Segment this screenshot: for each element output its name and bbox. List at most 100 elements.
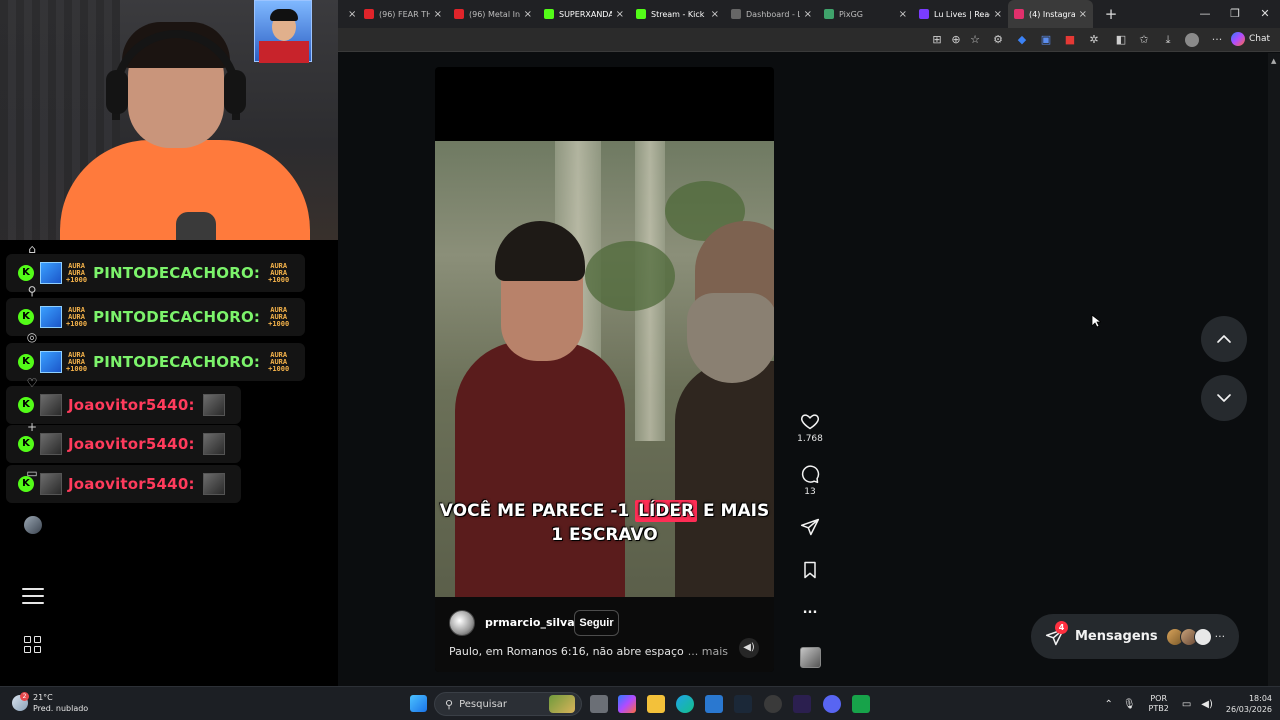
profile-avatar[interactable]: [24, 516, 42, 534]
split-screen-icon[interactable]: ◧: [1114, 33, 1128, 47]
puzzle-extension-icon[interactable]: ✲: [1087, 33, 1101, 47]
browser-tab[interactable]: Dashboard - Liv ×: [725, 0, 818, 28]
browser-tab[interactable]: (96) Metal Instru ×: [448, 0, 538, 28]
chat-message: K AURA AURA +1000 PINTODECACHORO: AURA AURA…: [6, 298, 306, 336]
tab-close-icon[interactable]: ×: [524, 9, 532, 20]
favorite-star-icon[interactable]: ☆: [968, 33, 982, 47]
tab-close-icon[interactable]: ×: [994, 9, 1002, 20]
tab-close-icon[interactable]: ×: [616, 9, 624, 20]
extension-icon[interactable]: ⚙: [991, 33, 1005, 47]
messages-button[interactable]: 4 Mensagens ···: [1031, 614, 1239, 659]
clock[interactable]: 18:04 26/03/2026: [1226, 693, 1272, 715]
profile-avatar-icon[interactable]: [1185, 33, 1199, 47]
tab-close-icon[interactable]: ×: [348, 9, 356, 20]
more-contacts-icon: ···: [1214, 630, 1226, 643]
audio-thumbnail[interactable]: [800, 647, 821, 668]
app-grid-icon[interactable]: ⊞: [930, 33, 944, 47]
browser-tab[interactable]: (4) Instagram ×: [1008, 0, 1093, 28]
task-view-icon[interactable]: [590, 695, 608, 713]
tab-favicon-icon: [454, 9, 464, 19]
heart-outline-icon: [800, 414, 820, 430]
previous-reel-button[interactable]: [1201, 316, 1247, 362]
author-username[interactable]: prmarcio_silva: [485, 616, 575, 629]
save-button[interactable]: [796, 560, 824, 580]
user-badge-image: [40, 433, 62, 455]
tab-label: (4) Instagram: [1029, 9, 1075, 19]
tab-close-icon[interactable]: ×: [434, 9, 442, 20]
app-icon[interactable]: [793, 695, 811, 713]
browser-tab[interactable]: SUPERXANDAO ×: [538, 0, 630, 28]
tab-favicon-icon: [544, 9, 554, 19]
tab-close-icon[interactable]: ×: [899, 9, 907, 20]
kick-badge-icon: K: [18, 309, 34, 325]
store-icon[interactable]: [705, 695, 723, 713]
taskbar-search[interactable]: ⚲ Pesquisar: [434, 692, 582, 716]
chat-message: K AURA AURA +1000 PINTODECACHORO: AURA AURA…: [6, 254, 306, 292]
heart-icon[interactable]: ♡: [24, 376, 40, 392]
windows-start-icon[interactable]: [410, 695, 427, 712]
favorites-list-icon[interactable]: ✩: [1137, 33, 1151, 47]
steam-icon[interactable]: [734, 695, 752, 713]
volume-tray-icon[interactable]: ◀): [1201, 699, 1213, 710]
home-icon[interactable]: ⌂: [24, 242, 40, 258]
reel-video[interactable]: VOCÊ ME PARECE -1 LÍDER E MAIS 1 ESCRAVO: [435, 141, 774, 597]
browser-tab[interactable]: ×: [338, 0, 358, 28]
chat-message: K Joaovitor5440:: [6, 386, 241, 424]
apps-grid-icon[interactable]: [24, 636, 42, 654]
discord-icon[interactable]: [823, 695, 841, 713]
browser-tab[interactable]: PixGG ×: [818, 0, 913, 28]
more-menu-icon[interactable]: ···: [1210, 33, 1224, 47]
volume-icon[interactable]: ◀): [739, 638, 759, 658]
download-icon[interactable]: ⤓: [1161, 33, 1175, 47]
subscriber-badge-icon: [40, 262, 62, 284]
kick-badge-icon: K: [18, 354, 34, 370]
tray-overflow-icon[interactable]: ⌃: [1104, 699, 1112, 710]
browser-tab[interactable]: Lu Lives | React ×: [913, 0, 1008, 28]
obs-icon[interactable]: [764, 695, 782, 713]
video-caption: VOCÊ ME PARECE -1 LÍDER E MAIS 1 ESCRAVO: [435, 499, 774, 547]
share-button[interactable]: [796, 517, 824, 537]
create-icon[interactable]: +: [24, 420, 40, 436]
more-options-button[interactable]: ...: [796, 603, 824, 616]
chat-username: Joaovitor5440:: [68, 435, 195, 453]
zoom-icon[interactable]: ⊕: [949, 33, 963, 47]
new-tab-button[interactable]: +: [1101, 5, 1121, 23]
copilot-taskbar-icon[interactable]: [618, 695, 636, 713]
weather-widget[interactable]: 2 21°C Pred. nublado: [12, 692, 88, 714]
network-icon[interactable]: ▭: [1182, 699, 1191, 710]
hamburger-menu-icon[interactable]: [22, 588, 44, 608]
translate-icon[interactable]: ▣: [1039, 33, 1053, 47]
reel-card[interactable]: VOCÊ ME PARECE -1 LÍDER E MAIS 1 ESCRAVO…: [435, 67, 774, 672]
comment-button[interactable]: 13: [796, 464, 824, 497]
input-language[interactable]: POR PTB2: [1149, 694, 1169, 714]
chat-emote-image: [202, 473, 225, 495]
chat-username: Joaovitor5440:: [68, 475, 195, 493]
browser-tab[interactable]: (96) FEAR THE G ×: [358, 0, 448, 28]
explore-icon[interactable]: ◎: [24, 330, 40, 346]
subscriber-badge-icon: [40, 306, 62, 328]
app-green-icon[interactable]: [852, 695, 870, 713]
tab-close-icon[interactable]: ×: [804, 9, 812, 20]
shield-extension-icon[interactable]: ■: [1063, 33, 1077, 47]
copilot-chat-button[interactable]: Chat: [1230, 32, 1270, 46]
file-explorer-icon[interactable]: [647, 695, 665, 713]
close-window-button[interactable]: ✕: [1250, 0, 1280, 28]
browser-tab[interactable]: Stream - Kick Da ×: [630, 0, 725, 28]
next-reel-button[interactable]: [1201, 375, 1247, 421]
bitwarden-icon[interactable]: ◆: [1015, 33, 1029, 47]
page-scrollbar[interactable]: ▲: [1268, 53, 1280, 686]
like-button[interactable]: 1.768: [796, 411, 824, 444]
microphone-icon[interactable]: 🎙: [1123, 699, 1136, 710]
search-icon[interactable]: ⚲: [24, 284, 40, 300]
author-avatar[interactable]: [449, 610, 475, 636]
minimize-button[interactable]: —: [1190, 0, 1220, 28]
edge-browser-icon[interactable]: [676, 695, 694, 713]
reels-icon[interactable]: ▭: [24, 466, 40, 482]
restore-button[interactable]: ❐: [1220, 0, 1250, 28]
webcam-overlay: [0, 0, 338, 240]
follow-button[interactable]: Seguir: [574, 610, 619, 636]
tab-close-icon[interactable]: ×: [711, 9, 719, 20]
scroll-up-arrow-icon[interactable]: ▲: [1271, 57, 1277, 67]
tab-close-icon[interactable]: ×: [1079, 9, 1087, 20]
more-link[interactable]: ... mais: [688, 645, 728, 658]
